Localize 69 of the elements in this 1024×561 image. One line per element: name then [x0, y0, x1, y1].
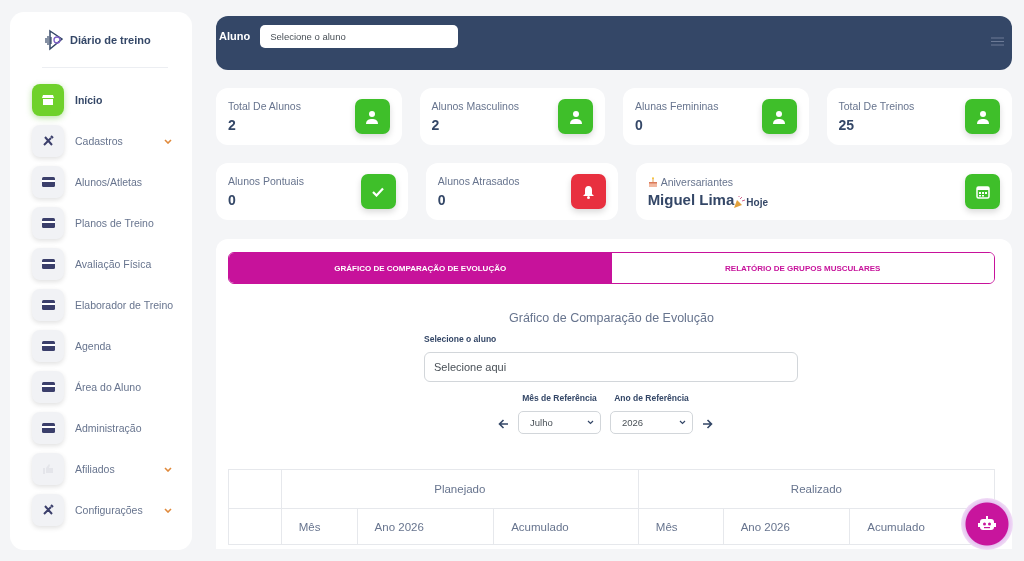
- card-icon: [41, 218, 55, 228]
- stat-label: Total De Alunos: [228, 100, 301, 112]
- column-group-header: Planejado: [281, 469, 639, 509]
- stat-value: 0: [635, 117, 644, 133]
- stat-value: 0: [437, 192, 447, 208]
- column-header: Mês: [638, 508, 724, 545]
- tab[interactable]: GRÁFICO DE COMPARAÇÃO DE EVOLUÇÃO: [229, 253, 612, 283]
- card-icon: [41, 423, 55, 433]
- month-label: Mês de Referência: [522, 393, 597, 403]
- sidebar-item[interactable]: Configurações: [32, 494, 192, 526]
- sidebar-item[interactable]: Cadastros: [32, 125, 192, 157]
- sidebar-item[interactable]: Início: [32, 84, 192, 116]
- stat-label: Total De Treinos: [838, 100, 915, 112]
- sidebar-item[interactable]: Planos de Treino: [32, 207, 192, 239]
- card-icon: [41, 300, 55, 310]
- cake-icon: [647, 176, 658, 187]
- user-icon: [772, 109, 786, 124]
- user-icon: [975, 109, 990, 124]
- stat-value: 0: [228, 192, 237, 208]
- student-select-field[interactable]: Selecione aqui: [424, 352, 798, 382]
- tools-icon: [42, 135, 54, 147]
- arrow-right-icon[interactable]: [702, 419, 713, 429]
- year-select[interactable]: 2026: [610, 411, 693, 434]
- column-header: Ano 2026: [723, 508, 850, 545]
- card-icon: [41, 259, 55, 269]
- brand-name: Diário de treino: [70, 34, 151, 46]
- sidebar-item[interactable]: Agenda: [32, 330, 192, 362]
- user-icon: [568, 109, 583, 124]
- bell-icon: [581, 184, 595, 199]
- check-icon: [372, 186, 385, 197]
- user-icon: [365, 109, 379, 124]
- column-header: Ano 2026: [357, 508, 494, 545]
- sidebar-item[interactable]: Elaborador de Treino: [32, 289, 192, 321]
- birthday-name: Miguel Lima: [647, 190, 735, 208]
- stat-value: 2: [431, 117, 441, 133]
- card-icon: [41, 382, 55, 392]
- tools-icon: [42, 504, 54, 516]
- store-icon: [42, 94, 54, 106]
- sidebar-item[interactable]: Afiliados: [32, 453, 192, 485]
- robot-icon: [978, 516, 996, 532]
- chevron-down-icon: [587, 420, 594, 425]
- card-icon: [41, 341, 55, 351]
- column-header: Mês: [281, 508, 358, 545]
- stat-label: Alunas Femininas: [635, 100, 719, 112]
- calendar-icon: [975, 184, 990, 199]
- chevron-down-icon: [679, 420, 686, 425]
- party-popper-icon: [734, 195, 746, 208]
- arrow-left-icon[interactable]: [498, 419, 509, 429]
- student-label: Aluno: [219, 30, 251, 42]
- column-group-header: Realizado: [638, 469, 995, 509]
- stat-value: 25: [838, 117, 856, 133]
- student-field[interactable]: Selecione o aluno: [260, 25, 459, 48]
- stat-label: Alunos Masculinos: [431, 100, 520, 112]
- year-label: Ano de Referência: [614, 393, 689, 403]
- sidebar-item[interactable]: Administração: [32, 412, 192, 444]
- sidebar-item[interactable]: Avaliação Física: [32, 248, 192, 280]
- month-select[interactable]: Julho: [518, 411, 601, 434]
- chart-title: Gráfico de Comparação de Evolução: [508, 311, 715, 325]
- stat-label: Alunos Atrasados: [437, 175, 520, 187]
- birthdays-label: Aniversariantes: [660, 175, 733, 188]
- stat-label: Alunos Pontuais: [228, 175, 304, 187]
- sidebar-item[interactable]: Alunos/Atletas: [32, 166, 192, 198]
- logo-icon: [44, 29, 66, 51]
- today-tag: Hoje: [746, 196, 768, 208]
- field-label: Selecione o aluno: [424, 334, 498, 344]
- sidebar-item[interactable]: Área do Aluno: [32, 371, 192, 403]
- stat-value: 2: [228, 117, 237, 133]
- column-header: Acumulado: [493, 508, 639, 545]
- card-icon: [41, 177, 55, 187]
